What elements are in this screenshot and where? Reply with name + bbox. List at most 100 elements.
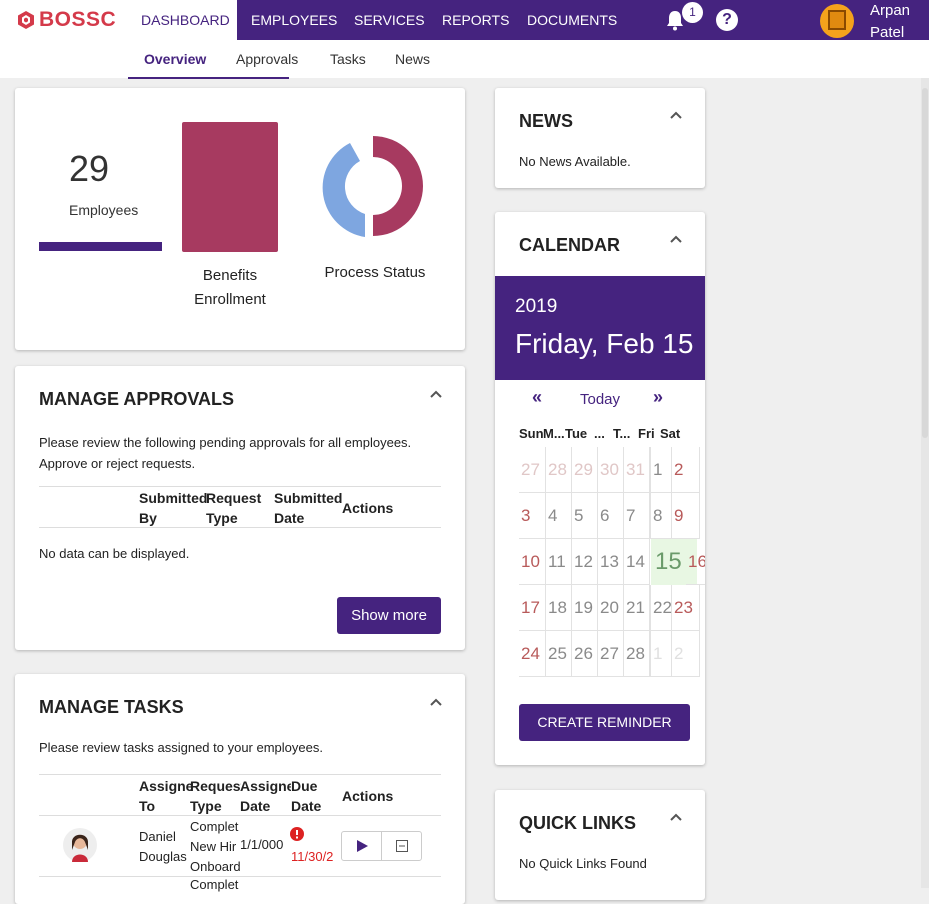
approvals-description-line1: Please review the following pending appr… — [39, 435, 412, 450]
calendar-day[interactable]: 30 — [598, 447, 624, 493]
tab-news[interactable]: News — [395, 51, 430, 67]
col-assigned-to[interactable]: AssignedTo — [139, 776, 191, 815]
calendar-day[interactable]: 28 — [624, 631, 650, 677]
next-row-request-type: Complet — [190, 877, 239, 892]
sub-navigation: Overview Approvals Tasks News — [0, 40, 929, 78]
col-request-type[interactable]: Request Type — [206, 488, 261, 528]
calendar-day[interactable]: 10 — [519, 539, 546, 585]
calendar-day[interactable]: 29 — [572, 447, 598, 493]
calendar-day[interactable]: 1 — [650, 447, 672, 493]
col-actions: Actions — [342, 500, 394, 516]
calendar-day[interactable]: 3 — [519, 493, 546, 539]
benefits-enrollment-chart[interactable] — [182, 122, 278, 252]
benefits-enrollment-label: Benefits Enrollment — [180, 264, 280, 312]
calendar-day[interactable]: 19 — [572, 585, 598, 631]
calendar-day[interactable]: 8 — [650, 493, 672, 539]
weekday-label: Sun — [519, 426, 544, 441]
col-task-request-type[interactable]: Request Type — [190, 776, 241, 815]
tab-tasks[interactable]: Tasks — [330, 51, 366, 67]
chevron-up-icon[interactable] — [670, 234, 682, 246]
donut-segment-pending[interactable] — [322, 143, 365, 237]
benefits-label-line1: Benefits — [202, 267, 258, 284]
approvals-table-header: Submitted By Request Type Submitted Date Ac… — [39, 486, 441, 528]
calendar-day[interactable]: 17 — [519, 585, 546, 631]
calendar-today-button[interactable]: Today — [580, 391, 620, 408]
task-assignee-name: Daniel Douglas — [139, 829, 187, 864]
calendar-prev-button[interactable]: « — [532, 387, 542, 408]
tab-approvals[interactable]: Approvals — [236, 51, 298, 67]
chevron-up-icon[interactable] — [430, 389, 442, 401]
col-submitted-by[interactable]: Submitted By — [139, 488, 207, 528]
calendar-day[interactable]: 6 — [598, 493, 624, 539]
calendar-day[interactable]: 7 — [624, 493, 650, 539]
nav-services[interactable]: SERVICES — [354, 0, 425, 40]
calendar-day[interactable]: 21 — [624, 585, 650, 631]
chevron-up-icon[interactable] — [670, 812, 682, 824]
calendar-day[interactable]: 2 — [672, 447, 700, 493]
col-submitted-date[interactable]: Submitted Date — [274, 488, 342, 528]
calendar-day[interactable]: 27 — [598, 631, 624, 677]
active-tab-underline — [128, 77, 289, 79]
process-status-donut[interactable] — [320, 133, 426, 239]
calendar-next-button[interactable]: » — [653, 387, 663, 408]
calendar-selected-date: Friday, Feb 15 — [515, 328, 694, 359]
donut-segment-complete[interactable] — [373, 136, 423, 236]
calendar-day[interactable]: 5 — [572, 493, 598, 539]
play-icon — [357, 840, 368, 852]
calendar-day[interactable]: 26 — [572, 631, 598, 677]
calendar-day[interactable]: 24 — [519, 631, 546, 677]
employee-bar[interactable] — [39, 242, 162, 251]
calendar-day[interactable]: 13 — [598, 539, 624, 585]
user-name[interactable]: Arpan Patel — [870, 0, 929, 44]
calendar-day[interactable]: 1 — [650, 631, 672, 677]
calendar-day[interactable]: 11 — [546, 539, 572, 585]
calendar-day[interactable]: 9 — [672, 493, 700, 539]
play-button[interactable] — [342, 832, 382, 860]
create-reminder-button[interactable]: CREATE REMINDER — [519, 704, 690, 741]
calendar-header: 2019 Friday, Feb 15 — [495, 276, 705, 380]
logo-hex-icon — [18, 11, 34, 29]
show-more-button[interactable]: Show more — [337, 597, 441, 634]
page-scrollbar[interactable] — [921, 78, 929, 888]
approvals-title: MANAGE APPROVALS — [39, 389, 235, 409]
nav-reports[interactable]: REPORTS — [442, 0, 509, 40]
nav-employees[interactable]: EMPLOYEES — [251, 0, 337, 40]
scrollbar-thumb[interactable] — [922, 88, 928, 438]
calendar-day[interactable]: 12 — [572, 539, 598, 585]
calendar-day[interactable]: 31 — [624, 447, 650, 493]
calendar-day[interactable]: 27 — [519, 447, 546, 493]
help-icon[interactable]: ? — [716, 9, 738, 31]
calendar-day[interactable]: 4 — [546, 493, 572, 539]
chevron-up-icon[interactable] — [670, 110, 682, 122]
chevron-up-icon[interactable] — [430, 697, 442, 709]
weekday-label: ... — [594, 426, 605, 441]
quick-links-empty-text: No Quick Links Found — [519, 856, 647, 871]
calendar-day[interactable]: 20 — [598, 585, 624, 631]
calendar-day[interactable]: 28 — [546, 447, 572, 493]
summary-card: 29 Employees Benefits Enrollment Process… — [15, 88, 465, 350]
employee-count-label: Employees — [69, 202, 139, 218]
calendar-day[interactable]: 2 — [672, 631, 700, 677]
top-navigation-bar: BOSSC DASHBOARD EMPLOYEES SERVICES REPOR… — [0, 0, 929, 41]
calendar-day[interactable]: 22 — [650, 585, 672, 631]
tab-overview[interactable]: Overview — [144, 51, 206, 67]
calendar-card: CALENDAR 2019 Friday, Feb 15 « Today » S… — [495, 212, 705, 765]
calendar-day[interactable]: 16 — [686, 539, 705, 585]
user-avatar[interactable] — [820, 4, 854, 38]
nav-dashboard[interactable]: DASHBOARD — [128, 0, 237, 40]
employee-count: 29 — [69, 148, 110, 189]
col-assigned-date[interactable]: AssignedDate — [240, 776, 291, 815]
col-due-date[interactable]: Due Date — [291, 776, 342, 815]
logo[interactable]: BOSSC — [0, 0, 128, 40]
weekday-label: T... — [613, 426, 631, 441]
calendar-day[interactable]: 23 — [672, 585, 700, 631]
approvals-empty-text: No data can be displayed. — [39, 546, 190, 561]
weekday-label: Fri — [638, 426, 655, 441]
tasks-table-header: AssignedTo RequestType AssignedDate DueD… — [39, 774, 441, 816]
collapse-button[interactable] — [383, 832, 422, 860]
calendar-day[interactable]: 14 — [624, 539, 650, 585]
calendar-day[interactable]: 18 — [546, 585, 572, 631]
nav-documents[interactable]: DOCUMENTS — [527, 0, 617, 40]
tasks-title: MANAGE TASKS — [39, 697, 184, 717]
calendar-day[interactable]: 25 — [546, 631, 572, 677]
